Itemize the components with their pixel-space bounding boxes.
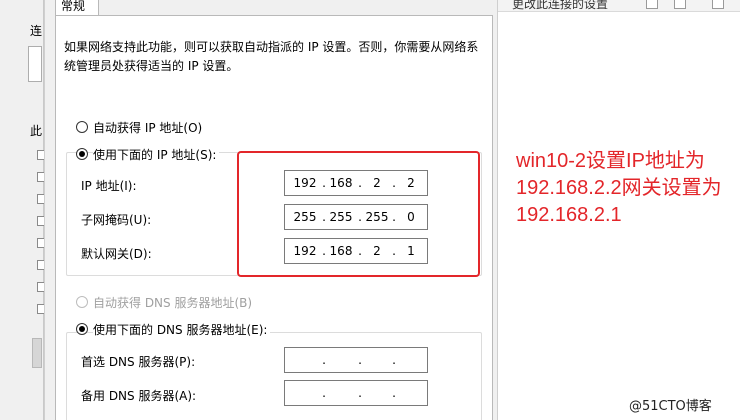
background-field — [28, 46, 42, 82]
background-window-left: 连 此 — [0, 0, 45, 420]
watermark: @51CTO博客 — [629, 399, 712, 414]
background-window-right: 更改此连接的设置 — [498, 0, 740, 12]
annotation-note: win10-2设置IP地址为 192.168.2.2网关设置为 192.168.… — [516, 148, 738, 229]
preferred-dns-label: 首选 DNS 服务器(P): — [81, 355, 196, 369]
default-gateway-label: 默认网关(D): — [81, 247, 152, 261]
alternate-dns-input[interactable]: . . . — [284, 380, 428, 406]
octet-dot: . — [322, 353, 326, 367]
radio-dns-manual-label[interactable]: 使用下面的 DNS 服务器地址(E): — [93, 321, 271, 338]
annotation-line: win10-2设置IP地址为 — [516, 150, 705, 172]
radio-ip-auto[interactable] — [76, 121, 88, 133]
background-right-text[interactable]: 更改此连接的设置 — [512, 0, 608, 12]
radio-ip-auto-label[interactable]: 自动获得 IP 地址(O) — [93, 119, 202, 136]
background-scrollbar[interactable] — [32, 338, 42, 368]
window-icon — [712, 0, 724, 9]
annotation-line: 192.168.2.2网关设置为 — [516, 177, 722, 199]
octet-dot: . — [358, 386, 362, 400]
intro-text: 如果网络支持此功能，则可以获取自动指派的 IP 设置。否则，你需要从网络系统管理… — [64, 40, 479, 73]
radio-ip-manual-label[interactable]: 使用下面的 IP 地址(S): — [93, 146, 220, 163]
preferred-dns-input[interactable]: . . . — [284, 347, 428, 373]
octet-dot: . — [392, 386, 396, 400]
radio-dns-auto[interactable] — [76, 296, 88, 308]
window-icon — [674, 0, 686, 9]
file-icon — [646, 0, 658, 9]
subnet-mask-label: 子网掩码(U): — [81, 213, 152, 227]
radio-dns-manual[interactable] — [76, 323, 88, 335]
ip-address-label: IP 地址(I): — [81, 179, 137, 193]
radio-dns-auto-label[interactable]: 自动获得 DNS 服务器地址(B) — [93, 294, 252, 311]
background-label-top: 连 — [30, 24, 43, 38]
alternate-dns-label: 备用 DNS 服务器(A): — [81, 389, 197, 403]
dns-group-box — [66, 332, 482, 420]
radio-ip-manual[interactable] — [76, 148, 88, 160]
highlight-box — [237, 151, 480, 277]
annotation-line: 192.168.2.1 — [516, 204, 622, 226]
background-label-mid: 此 — [30, 124, 43, 138]
octet-dot: . — [358, 353, 362, 367]
octet-dot: . — [322, 386, 326, 400]
octet-dot: . — [392, 353, 396, 367]
tab-general[interactable]: 常规 — [55, 0, 99, 16]
